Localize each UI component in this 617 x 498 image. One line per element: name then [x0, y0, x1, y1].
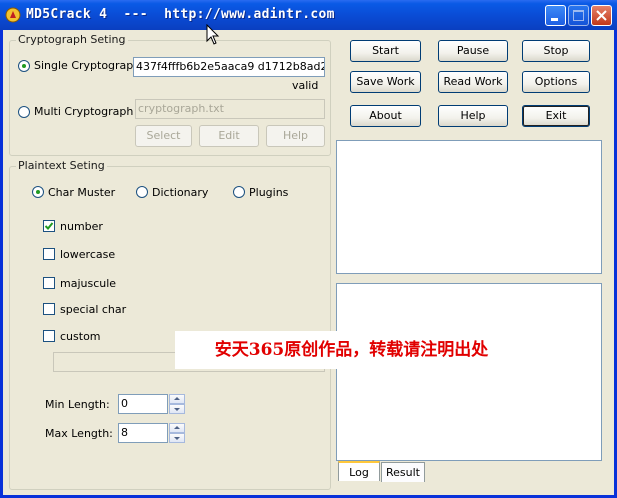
min-length-input[interactable]: 0	[118, 394, 168, 414]
cryptograph-group: Cryptograph Seting Single Cryptograph 43…	[9, 33, 331, 156]
min-length-up-icon[interactable]	[169, 394, 185, 404]
maximize-button[interactable]	[568, 5, 589, 26]
window-title: MD5Crack 4 --- http://www.adintr.com	[26, 7, 335, 22]
max-length-spinner[interactable]	[169, 423, 185, 443]
minimize-button[interactable]	[545, 5, 566, 26]
max-length-down-icon[interactable]	[169, 433, 185, 443]
valid-status: valid	[292, 79, 319, 92]
char-muster-label: Char Muster	[48, 186, 116, 199]
cryptograph-help-button[interactable]: Help	[266, 125, 325, 147]
maximize-icon	[573, 10, 584, 21]
stop-button[interactable]: Stop	[522, 40, 590, 62]
read-work-button[interactable]: Read Work	[438, 71, 508, 93]
save-work-button[interactable]: Save Work	[350, 71, 421, 93]
plugins-radio[interactable]	[233, 186, 245, 198]
multi-cryptograph-label: Multi Cryptograph	[34, 105, 134, 118]
start-button[interactable]: Start	[350, 40, 421, 62]
log-panel[interactable]	[336, 283, 602, 461]
min-length-down-icon[interactable]	[169, 404, 185, 414]
plugins-label: Plugins	[249, 186, 289, 199]
info-panel	[336, 140, 602, 274]
custom-checkbox[interactable]	[43, 330, 55, 342]
tab-log[interactable]: Log	[338, 461, 380, 481]
lowercase-label: lowercase	[60, 248, 116, 261]
watermark-text: 安天365原创作品，转载请注明出处	[175, 331, 528, 369]
majuscule-label: majuscule	[60, 277, 117, 290]
edit-button[interactable]: Edit	[199, 125, 259, 147]
minimize-icon	[551, 18, 558, 21]
options-button[interactable]: Options	[522, 71, 590, 93]
max-length-up-icon[interactable]	[169, 423, 185, 433]
exit-button[interactable]: Exit	[522, 105, 590, 127]
single-cryptograph-label: Single Cryptograph	[34, 59, 141, 72]
cryptograph-group-label: Cryptograph Seting	[16, 33, 128, 46]
plaintext-group: Plaintext Seting Char Muster Dictionary …	[9, 159, 331, 490]
custom-label: custom	[60, 330, 101, 343]
min-length-label: Min Length:	[45, 398, 110, 411]
checkmark-icon	[44, 222, 54, 230]
about-button[interactable]: About	[350, 105, 421, 127]
multi-cryptograph-radio[interactable]	[18, 106, 30, 118]
mouse-cursor-icon	[206, 24, 220, 45]
lowercase-checkbox[interactable]	[43, 248, 55, 260]
dictionary-label: Dictionary	[152, 186, 209, 199]
majuscule-checkbox[interactable]	[43, 277, 55, 289]
pause-button[interactable]: Pause	[438, 40, 508, 62]
multi-cryptograph-file-input[interactable]: cryptograph.txt	[135, 99, 325, 119]
md5crack-window: MD5Crack 4 --- http://www.adintr.com Cry…	[0, 0, 617, 498]
help-button[interactable]: Help	[438, 105, 508, 127]
close-button[interactable]	[591, 5, 612, 26]
special-char-checkbox[interactable]	[43, 303, 55, 315]
min-length-spinner[interactable]	[169, 394, 185, 414]
max-length-input[interactable]: 8	[118, 423, 168, 443]
app-icon	[5, 7, 21, 23]
number-checkbox[interactable]	[43, 220, 55, 232]
tab-result[interactable]: Result	[381, 462, 425, 482]
select-button[interactable]: Select	[135, 125, 192, 147]
max-length-label: Max Length:	[45, 427, 113, 440]
special-char-label: special char	[60, 303, 127, 316]
close-icon	[596, 10, 607, 21]
dictionary-radio[interactable]	[136, 186, 148, 198]
single-cryptograph-input[interactable]: 437f4fffb6b2e5aaca9 d1712b8ad282	[133, 57, 325, 77]
char-muster-radio[interactable]	[32, 186, 44, 198]
title-bar[interactable]: MD5Crack 4 --- http://www.adintr.com	[0, 0, 617, 30]
plaintext-group-label: Plaintext Seting	[16, 159, 107, 172]
single-cryptograph-radio[interactable]	[18, 60, 30, 72]
number-label: number	[60, 220, 103, 233]
